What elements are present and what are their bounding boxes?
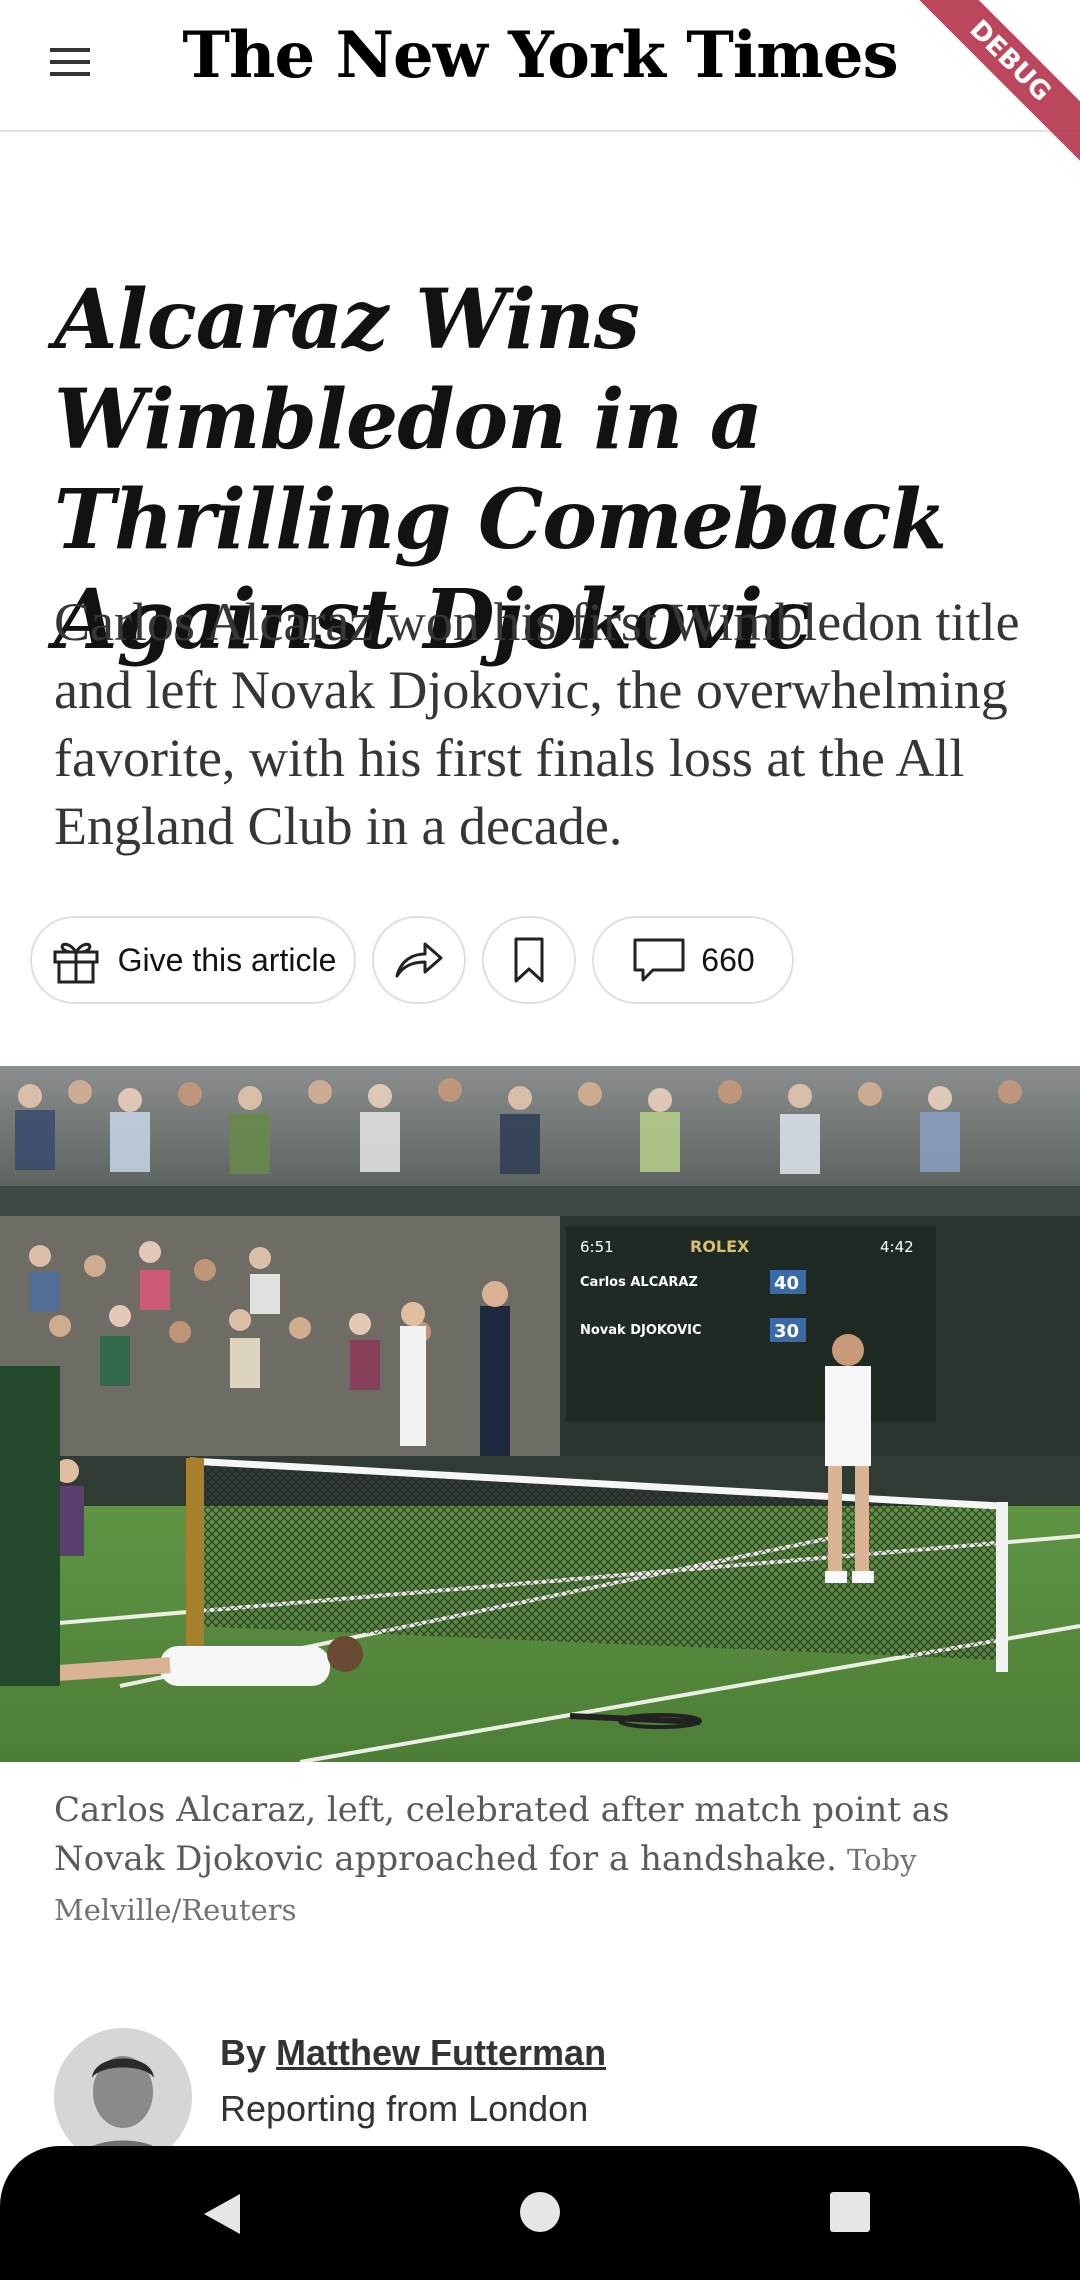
scoreboard-score2: 30 [774, 1321, 799, 1342]
scoreboard-score1: 40 [774, 1273, 799, 1294]
scoreboard-time-right: 4:42 [880, 1238, 914, 1256]
save-button[interactable] [482, 916, 576, 1004]
article-hero-photo[interactable]: 6:51 ROLEX 4:42 Carlos ALCARAZ Novak DJO… [0, 1066, 1080, 1762]
tennis-court-illustration: 6:51 ROLEX 4:42 Carlos ALCARAZ Novak DJO… [0, 1066, 1080, 1762]
recents-icon[interactable] [828, 2190, 872, 2234]
gift-icon [53, 942, 99, 984]
dateline: Reporting from London [220, 2088, 589, 2129]
home-icon[interactable] [518, 2190, 562, 2234]
share-button[interactable] [372, 916, 466, 1004]
share-icon [395, 942, 443, 978]
scoreboard-player2: Novak DJOKOVIC [580, 1323, 702, 1338]
comment-icon [633, 938, 685, 982]
gift-article-button[interactable]: Give this article [30, 916, 356, 1004]
byline: By Matthew Futterman [220, 2032, 606, 2074]
photo-caption: Carlos Alcaraz, left, celebrated after m… [54, 1786, 1014, 1935]
back-icon[interactable] [200, 2190, 244, 2238]
article-summary: Carlos Alcaraz won his first Wimbledon t… [54, 592, 1020, 856]
scoreboard-time-left: 6:51 [580, 1238, 614, 1256]
nyt-logo[interactable]: The New York Times [0, 18, 1080, 93]
author-link[interactable]: Matthew Futterman [276, 2032, 606, 2073]
byline-prefix: By [220, 2032, 267, 2073]
caption-text: Carlos Alcaraz, left, celebrated after m… [54, 1790, 950, 1879]
scoreboard-player1: Carlos ALCARAZ [580, 1275, 698, 1290]
bookmark-icon [514, 937, 544, 983]
system-navigation-bar [0, 2146, 1080, 2280]
top-app-bar: The New York Times DEBUG [0, 0, 1080, 168]
comment-count: 660 [701, 941, 755, 978]
comments-button[interactable]: 660 [592, 916, 794, 1004]
scoreboard-brand: ROLEX [690, 1237, 750, 1256]
gift-article-label: Give this article [117, 941, 337, 978]
